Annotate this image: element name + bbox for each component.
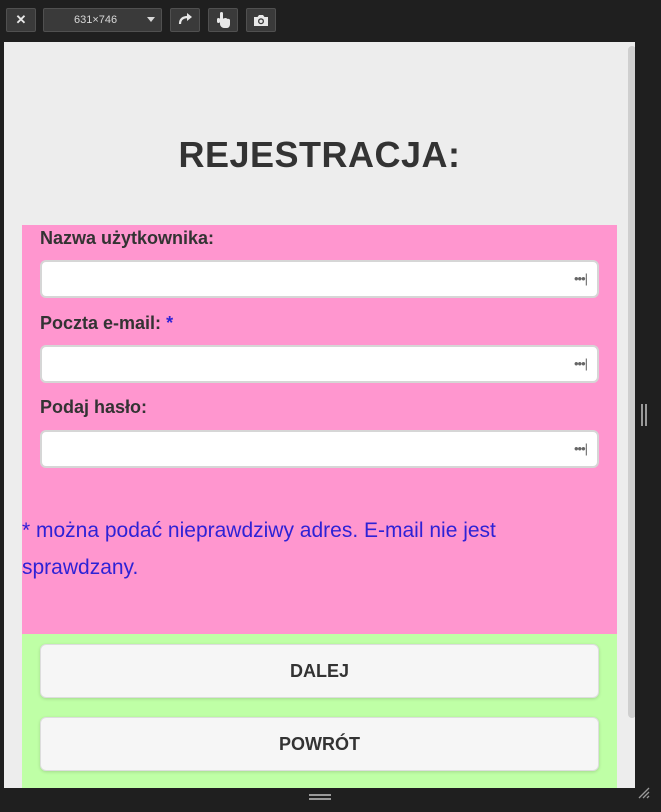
close-icon: ✕ [15, 12, 27, 27]
email-label-text: Poczta e-mail: [40, 313, 162, 333]
touch-icon [217, 12, 230, 28]
username-input[interactable]: •••| [40, 260, 599, 298]
button-area: DALEJ POWRÓT [22, 634, 617, 788]
password-label: Podaj hasło: [40, 397, 147, 418]
resize-handle-corner[interactable] [636, 785, 650, 799]
back-button[interactable]: POWRÓT [40, 717, 599, 771]
resize-handle-bottom[interactable] [309, 794, 331, 800]
password-input[interactable]: •••| [40, 430, 599, 468]
device-size-select[interactable]: 631×746 [43, 8, 162, 32]
email-note: * można podać nieprawdziwy adres. E-mail… [22, 519, 496, 579]
required-mark: * [166, 313, 174, 333]
touch-emulation-button[interactable] [208, 8, 238, 32]
password-manager-icon[interactable]: •••| [574, 271, 588, 286]
rotate-button[interactable] [170, 8, 200, 32]
email-label: Poczta e-mail: * [40, 313, 173, 334]
email-input[interactable]: •••| [40, 345, 599, 383]
page-title: REJESTRACJA: [178, 134, 461, 175]
devtools-toolbar: ✕ 631×746 [0, 0, 661, 42]
password-label-text: Podaj hasło: [40, 397, 148, 417]
close-button[interactable]: ✕ [6, 8, 36, 32]
chevron-down-icon [147, 17, 155, 22]
username-label-text: Nazwa użytkownika: [40, 228, 215, 248]
rotate-icon [178, 13, 192, 25]
password-manager-icon[interactable]: •••| [574, 441, 588, 456]
registration-form: Nazwa użytkownika: •••| Poczta e-mail: *… [22, 225, 617, 634]
device-size-label: 631×746 [74, 14, 118, 26]
resize-handle-right[interactable] [641, 404, 647, 426]
username-label: Nazwa użytkownika: [40, 228, 214, 249]
password-manager-icon[interactable]: •••| [574, 356, 588, 371]
camera-icon [254, 14, 268, 26]
next-button[interactable]: DALEJ [40, 644, 599, 698]
screenshot-button[interactable] [246, 8, 276, 32]
device-viewport: REJESTRACJA: Nazwa użytkownika: •••| Poc… [4, 42, 635, 788]
